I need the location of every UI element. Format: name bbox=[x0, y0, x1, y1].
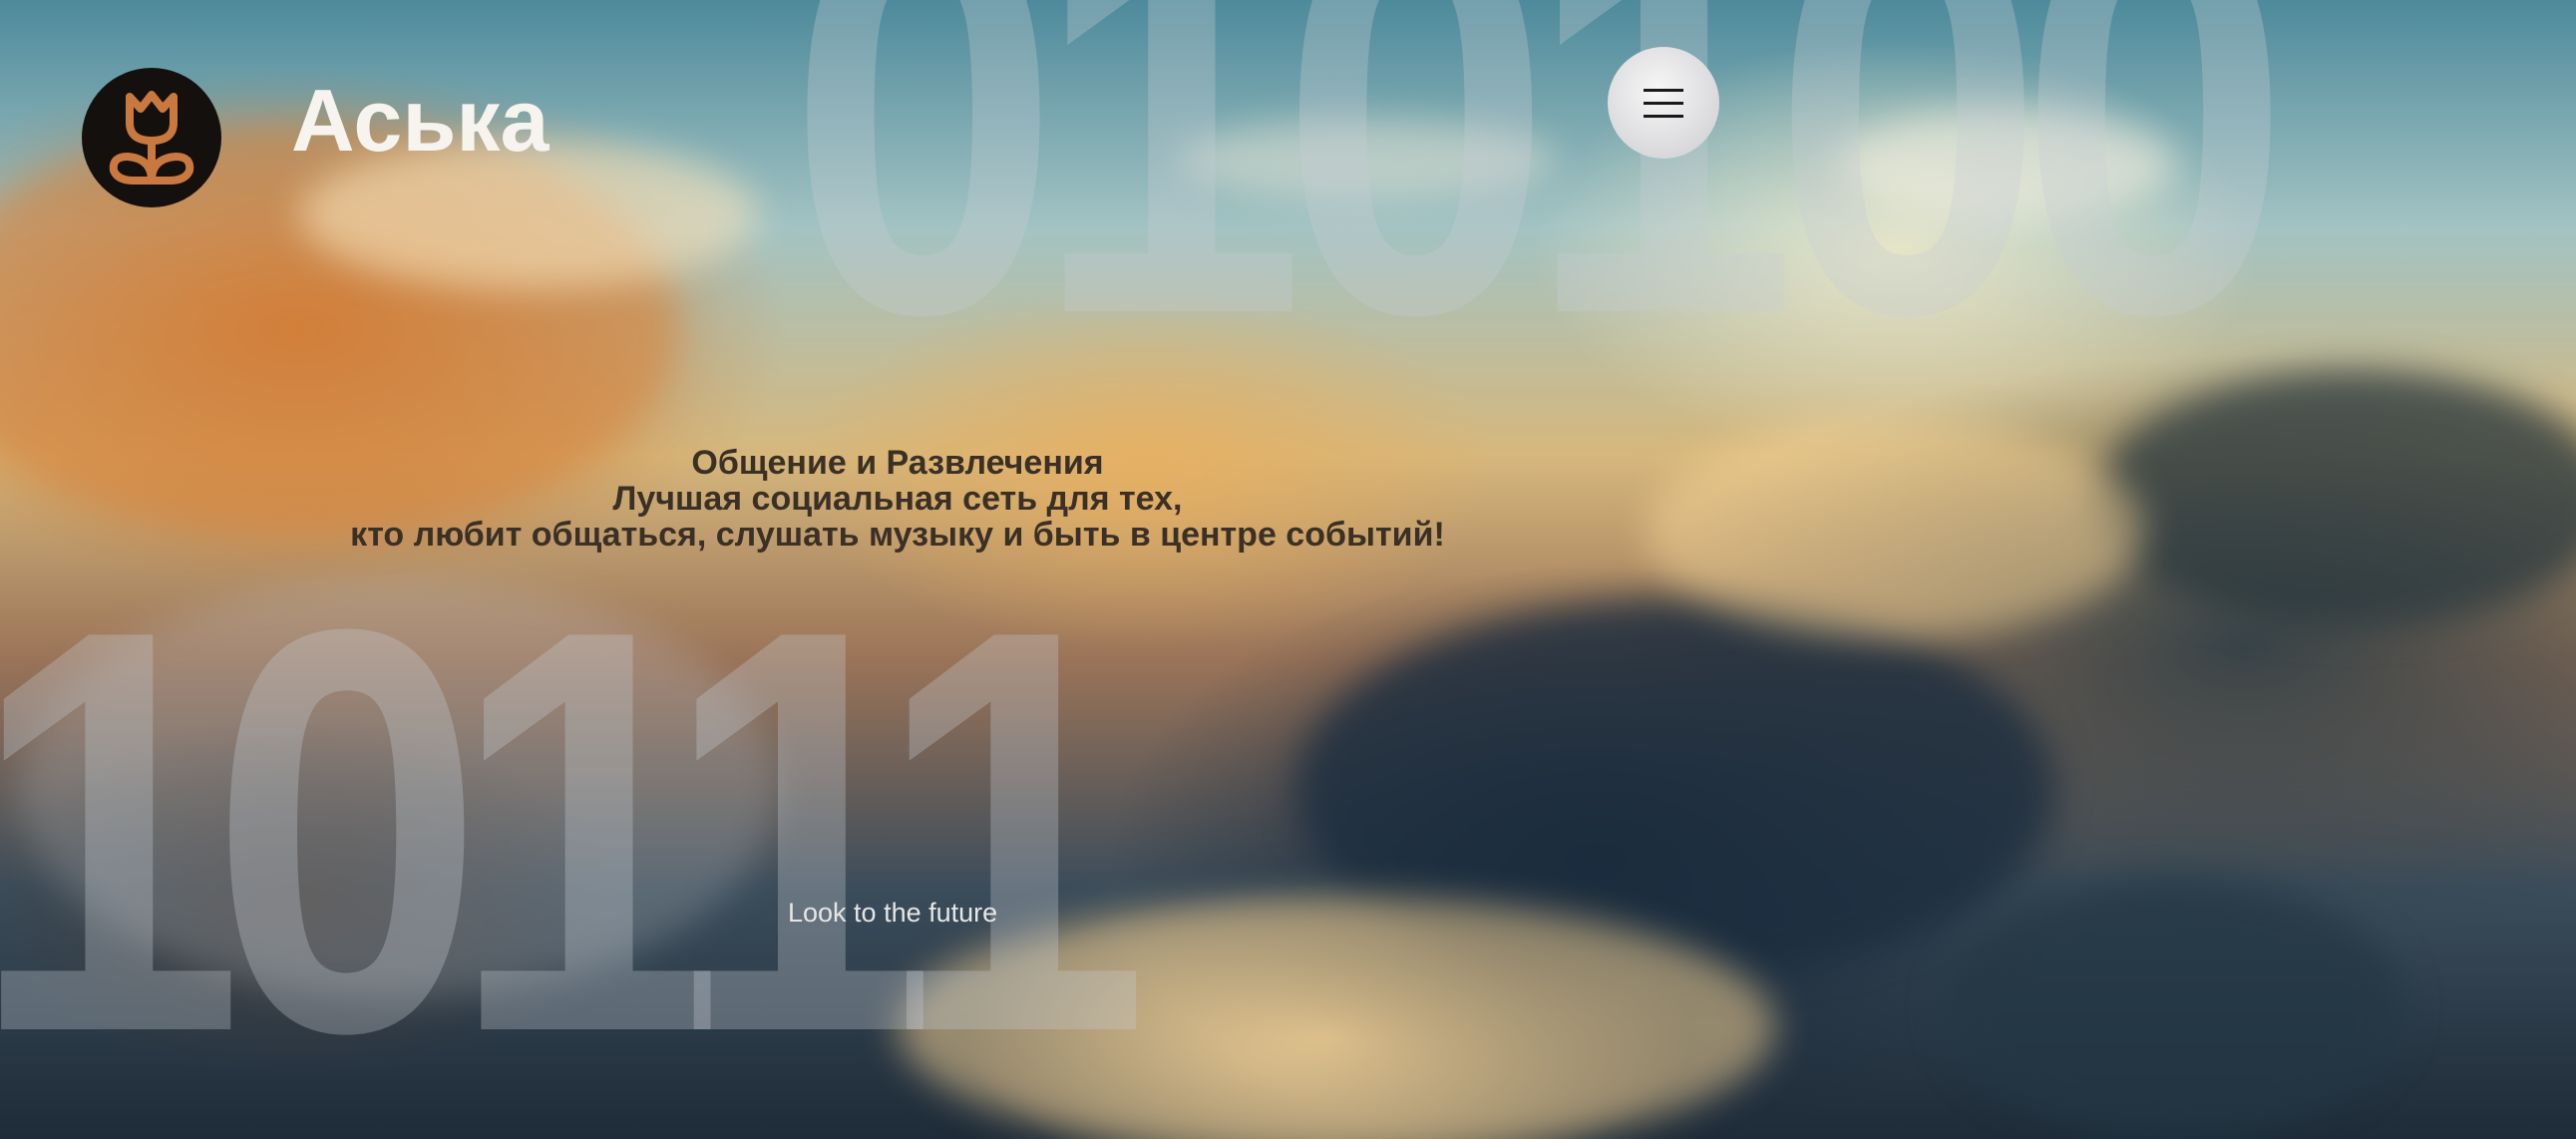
hero-title: Общение и Развлечения bbox=[691, 444, 1104, 482]
hamburger-menu-icon bbox=[1644, 101, 1683, 105]
hero-subtitle-line-2: кто любит общаться, слушать музыку и быт… bbox=[350, 516, 1445, 554]
slogan: Look to the future bbox=[788, 898, 998, 928]
menu-button[interactable] bbox=[1608, 47, 1719, 159]
hero-subtitle-line-1: Лучшая социальная сеть для тех, bbox=[612, 480, 1183, 518]
logo[interactable] bbox=[82, 68, 221, 207]
hero-tagline: Общение и Развлечения Лучшая социальная … bbox=[199, 445, 1596, 553]
background-binary-digits-bottom: 10111 bbox=[0, 510, 1150, 1139]
hamburger-menu-icon bbox=[1644, 114, 1683, 118]
tulip-icon bbox=[109, 91, 194, 185]
brand-name[interactable]: Аська bbox=[291, 70, 549, 171]
background-binary-digits-top: 010100 bbox=[788, 0, 2291, 432]
hero-section: 010100 10111 Аська Общение и Развлечения… bbox=[0, 0, 2576, 1139]
hamburger-menu-icon bbox=[1644, 88, 1683, 92]
